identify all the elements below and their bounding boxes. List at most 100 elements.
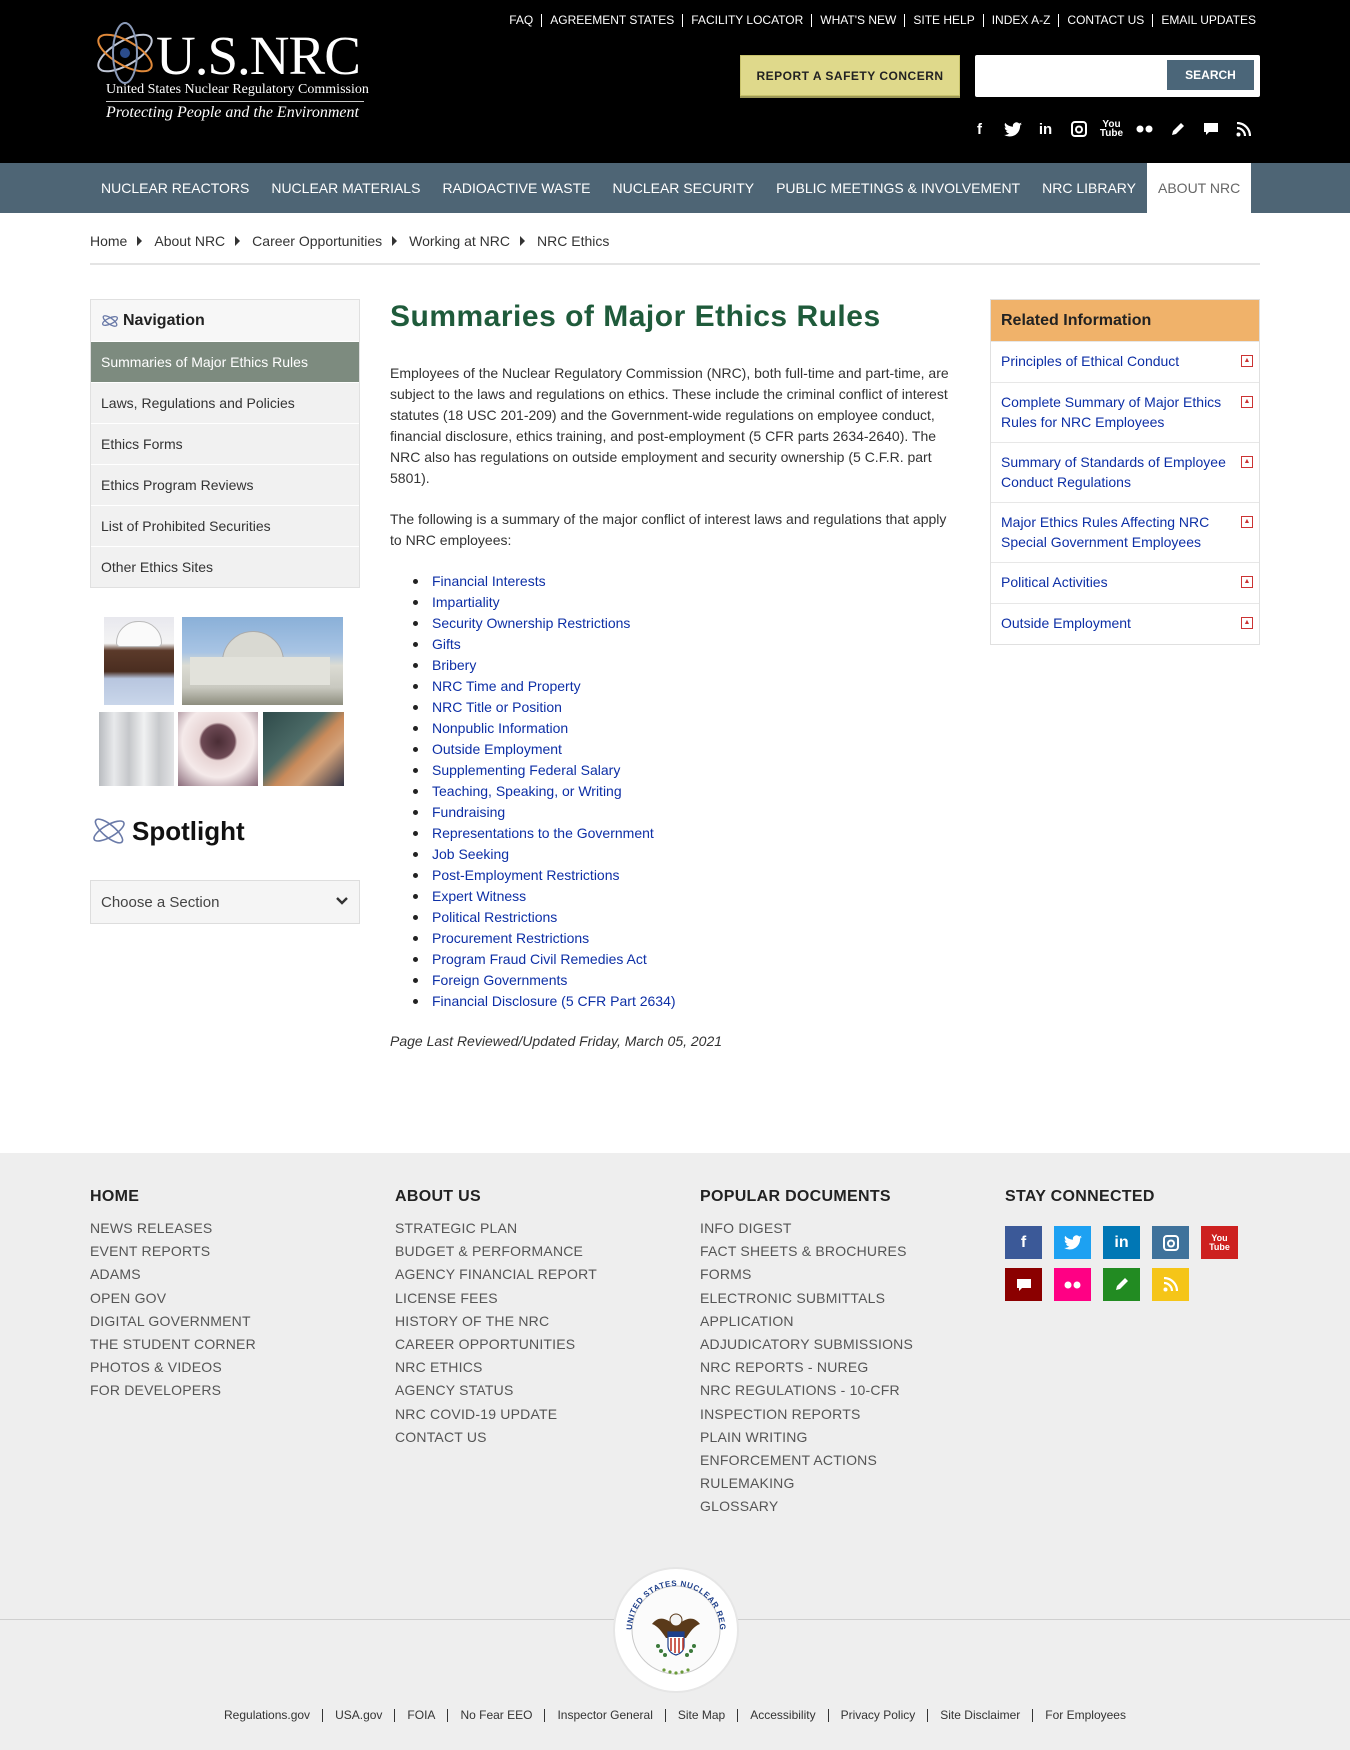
- nav-nuclear-materials[interactable]: NUCLEAR MATERIALS: [260, 163, 431, 213]
- footer-link[interactable]: FACT SHEETS & BROCHURES: [700, 1240, 990, 1263]
- topic-link-supplementing-salary[interactable]: Supplementing Federal Salary: [432, 762, 620, 778]
- instagram-icon[interactable]: [1152, 1226, 1189, 1259]
- footer-link[interactable]: STRATEGIC PLAN: [395, 1217, 685, 1240]
- topic-link-procurement[interactable]: Procurement Restrictions: [432, 930, 589, 946]
- footer-link[interactable]: EVENT REPORTS: [90, 1240, 380, 1263]
- footer-link-site-map[interactable]: Site Map: [664, 1709, 737, 1722]
- footer-link[interactable]: INFO DIGEST: [700, 1217, 990, 1240]
- utility-link-site-help[interactable]: SITE HELP: [904, 14, 982, 27]
- breadcrumb-nrc-ethics[interactable]: NRC Ethics: [537, 233, 609, 249]
- footer-link-inspector-general[interactable]: Inspector General: [544, 1709, 664, 1722]
- utility-link-email-updates[interactable]: EMAIL UPDATES: [1152, 14, 1260, 27]
- topic-link-teaching-speaking[interactable]: Teaching, Speaking, or Writing: [432, 783, 622, 799]
- footer-link[interactable]: NRC ETHICS: [395, 1356, 685, 1379]
- twitter-icon[interactable]: [996, 117, 1029, 141]
- topic-link-foreign-governments[interactable]: Foreign Governments: [432, 972, 567, 988]
- footer-link[interactable]: CONTACT US: [395, 1426, 685, 1449]
- footer-link[interactable]: BUDGET & PERFORMANCE: [395, 1240, 685, 1263]
- nav-nrc-library[interactable]: NRC LIBRARY: [1031, 163, 1147, 213]
- footer-link[interactable]: FORMS: [700, 1263, 990, 1286]
- footer-link[interactable]: PLAIN WRITING: [700, 1426, 990, 1449]
- topic-link-job-seeking[interactable]: Job Seeking: [432, 846, 509, 862]
- blog-icon[interactable]: [1161, 117, 1194, 141]
- footer-link[interactable]: PHOTOS & VIDEOS: [90, 1356, 380, 1379]
- nav-nuclear-reactors[interactable]: NUCLEAR REACTORS: [90, 163, 260, 213]
- utility-link-whats-new[interactable]: WHAT'S NEW: [811, 14, 904, 27]
- topic-link-post-employment[interactable]: Post-Employment Restrictions: [432, 867, 620, 883]
- topic-link-title-position[interactable]: NRC Title or Position: [432, 699, 562, 715]
- footer-link[interactable]: ENFORCEMENT ACTIONS: [700, 1449, 990, 1472]
- side-nav-item-forms[interactable]: Ethics Forms: [91, 423, 359, 464]
- facebook-icon[interactable]: f: [1005, 1226, 1042, 1259]
- related-link-outside-employment[interactable]: Outside Employment ▲: [991, 603, 1259, 644]
- comment-icon[interactable]: [1194, 117, 1227, 141]
- footer-link-privacy-policy[interactable]: Privacy Policy: [827, 1709, 928, 1722]
- footer-link[interactable]: NRC REPORTS - NUREG: [700, 1356, 990, 1379]
- footer-link-accessibility[interactable]: Accessibility: [737, 1709, 827, 1722]
- footer-link[interactable]: HISTORY OF THE NRC: [395, 1310, 685, 1333]
- side-nav-item-summaries[interactable]: Summaries of Major Ethics Rules: [91, 341, 359, 382]
- footer-link[interactable]: APPLICATION: [700, 1310, 990, 1333]
- topic-link-representations[interactable]: Representations to the Government: [432, 825, 654, 841]
- footer-link-no-fear-eeo[interactable]: No Fear EEO: [447, 1709, 544, 1722]
- topic-link-financial-disclosure[interactable]: Financial Disclosure (5 CFR Part 2634): [432, 993, 676, 1009]
- footer-link-regulations[interactable]: Regulations.gov: [212, 1709, 322, 1722]
- topic-link-financial-interests[interactable]: Financial Interests: [432, 573, 546, 589]
- footer-link[interactable]: ADAMS: [90, 1263, 380, 1286]
- facebook-icon[interactable]: f: [963, 117, 996, 141]
- topic-link-gifts[interactable]: Gifts: [432, 636, 461, 652]
- utility-link-facility-locator[interactable]: FACILITY LOCATOR: [682, 14, 811, 27]
- rss-icon[interactable]: [1152, 1268, 1189, 1301]
- footer-link-foia[interactable]: FOIA: [394, 1709, 447, 1722]
- footer-link-usa-gov[interactable]: USA.gov: [322, 1709, 394, 1722]
- search-button[interactable]: SEARCH: [1167, 60, 1254, 90]
- utility-link-contact[interactable]: CONTACT US: [1058, 14, 1152, 27]
- utility-link-faq[interactable]: FAQ: [501, 14, 541, 27]
- side-nav-item-program-reviews[interactable]: Ethics Program Reviews: [91, 464, 359, 505]
- flickr-icon[interactable]: [1054, 1268, 1091, 1301]
- nav-radioactive-waste[interactable]: RADIOACTIVE WASTE: [431, 163, 601, 213]
- footer-link-for-employees[interactable]: For Employees: [1032, 1709, 1138, 1722]
- topic-link-political-restrictions[interactable]: Political Restrictions: [432, 909, 557, 925]
- nav-about-nrc[interactable]: ABOUT NRC: [1147, 163, 1252, 213]
- footer-link[interactable]: NRC REGULATIONS - 10-CFR: [700, 1379, 990, 1402]
- topic-link-impartiality[interactable]: Impartiality: [432, 594, 500, 610]
- breadcrumb-career-opportunities[interactable]: Career Opportunities: [252, 233, 382, 249]
- footer-link[interactable]: NEWS RELEASES: [90, 1217, 380, 1240]
- breadcrumb-working-at-nrc[interactable]: Working at NRC: [409, 233, 510, 249]
- footer-link[interactable]: FOR DEVELOPERS: [90, 1379, 380, 1402]
- footer-link[interactable]: LICENSE FEES: [395, 1287, 685, 1310]
- footer-link[interactable]: ADJUDICATORY SUBMISSIONS: [700, 1333, 990, 1356]
- related-link-standards-summary[interactable]: Summary of Standards of Employee Conduct…: [991, 442, 1259, 502]
- comment-icon[interactable]: [1005, 1268, 1042, 1301]
- topic-link-time-property[interactable]: NRC Time and Property: [432, 678, 581, 694]
- side-nav-item-other-sites[interactable]: Other Ethics Sites: [91, 546, 359, 587]
- utility-link-index[interactable]: INDEX A-Z: [982, 14, 1059, 27]
- footer-link[interactable]: AGENCY FINANCIAL REPORT: [395, 1263, 685, 1286]
- topic-link-outside-employment[interactable]: Outside Employment: [432, 741, 562, 757]
- side-nav-item-laws[interactable]: Laws, Regulations and Policies: [91, 382, 359, 423]
- topic-link-expert-witness[interactable]: Expert Witness: [432, 888, 526, 904]
- rss-icon[interactable]: [1227, 117, 1260, 141]
- footer-link[interactable]: NRC COVID-19 UPDATE: [395, 1403, 685, 1426]
- footer-link[interactable]: RULEMAKING: [700, 1472, 990, 1495]
- related-link-special-employees[interactable]: Major Ethics Rules Affecting NRC Special…: [991, 502, 1259, 562]
- linkedin-icon[interactable]: in: [1103, 1226, 1140, 1259]
- footer-link[interactable]: INSPECTION REPORTS: [700, 1403, 990, 1426]
- related-link-principles[interactable]: Principles of Ethical Conduct ▲: [991, 341, 1259, 382]
- report-safety-concern-button[interactable]: REPORT A SAFETY CONCERN: [740, 55, 960, 96]
- nav-public-meetings[interactable]: PUBLIC MEETINGS & INVOLVEMENT: [765, 163, 1031, 213]
- footer-link[interactable]: THE STUDENT CORNER: [90, 1333, 380, 1356]
- breadcrumb-home[interactable]: Home: [90, 233, 127, 249]
- footer-link[interactable]: DIGITAL GOVERNMENT: [90, 1310, 380, 1333]
- side-nav-item-prohibited-securities[interactable]: List of Prohibited Securities: [91, 505, 359, 546]
- twitter-icon[interactable]: [1054, 1226, 1091, 1259]
- footer-link-site-disclaimer[interactable]: Site Disclaimer: [927, 1709, 1032, 1722]
- choose-section-select[interactable]: Choose a Section: [90, 880, 360, 924]
- nav-nuclear-security[interactable]: NUCLEAR SECURITY: [602, 163, 766, 213]
- youtube-icon[interactable]: You Tube: [1095, 117, 1128, 141]
- related-link-political-activities[interactable]: Political Activities ▲: [991, 562, 1259, 603]
- search-input[interactable]: [981, 62, 1143, 90]
- utility-link-agreement-states[interactable]: AGREEMENT STATES: [541, 14, 682, 27]
- footer-link[interactable]: GLOSSARY: [700, 1495, 990, 1518]
